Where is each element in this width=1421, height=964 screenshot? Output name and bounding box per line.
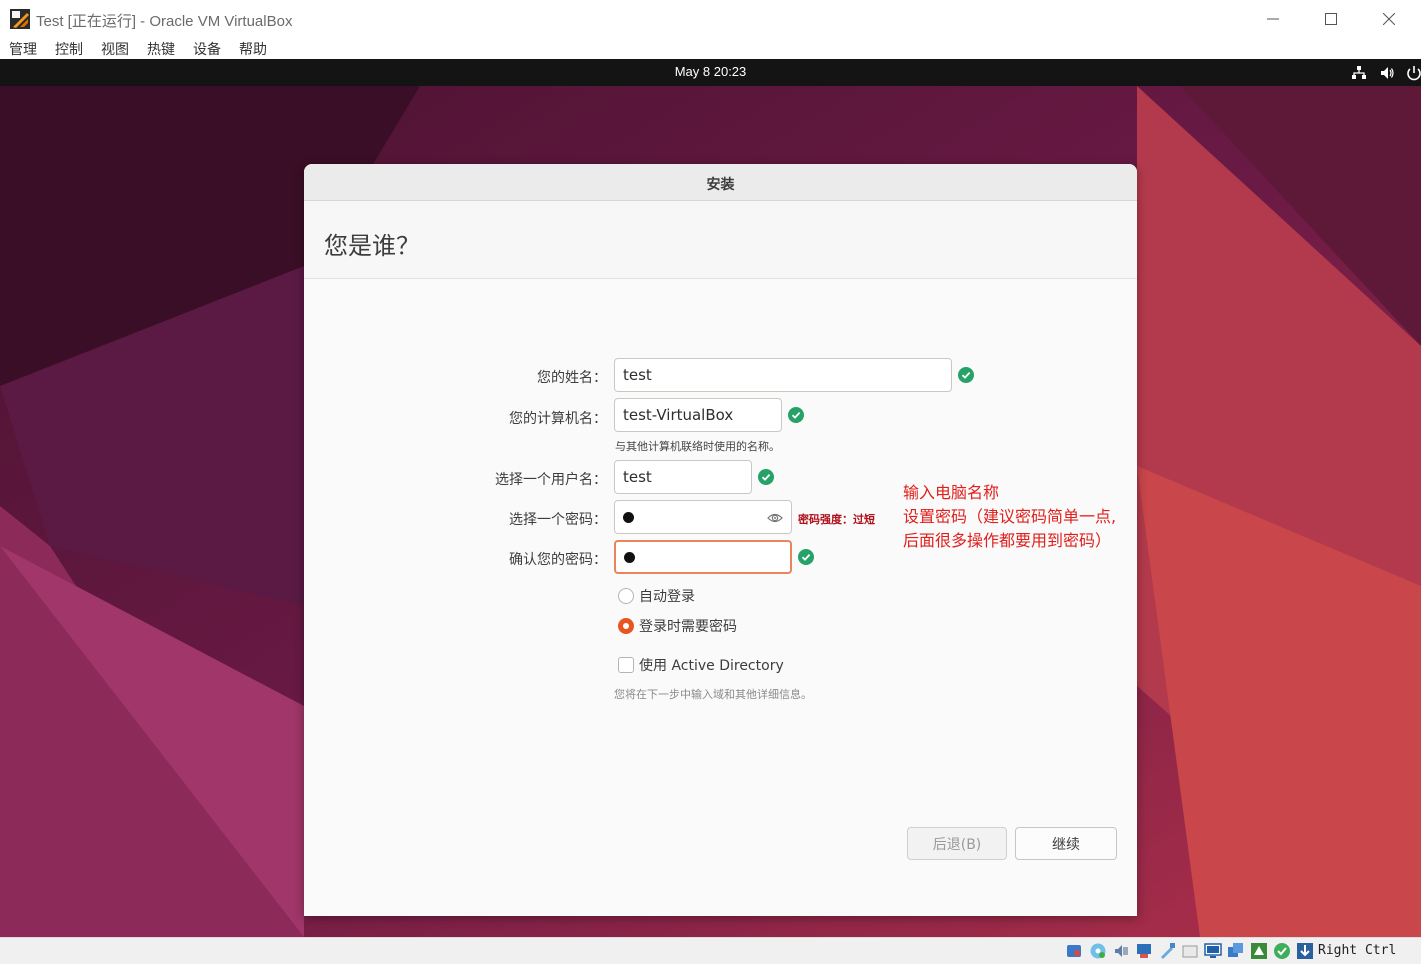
minimize-button[interactable]: [1244, 0, 1302, 38]
password-field[interactable]: [614, 500, 792, 534]
network-icon[interactable]: [1351, 65, 1367, 81]
annotation-line-2: 设置密码（建议密码简单一点,: [903, 507, 1117, 526]
show-password-eye-icon[interactable]: [767, 510, 783, 526]
hard-disk-icon[interactable]: [1066, 942, 1084, 960]
name-valid-check-icon: [958, 367, 974, 383]
window-title: Test [正在运行] - Oracle VM VirtualBox: [36, 13, 293, 30]
active-directory-option[interactable]: 使用 Active Directory: [618, 655, 784, 675]
maximize-icon: [1325, 13, 1337, 25]
active-directory-checkbox[interactable]: [618, 657, 634, 673]
computer-name-field[interactable]: [614, 398, 782, 432]
volume-icon[interactable]: [1379, 65, 1395, 81]
password-strength: 密码强度：过短: [798, 513, 875, 526]
host-key-arrow-icon[interactable]: [1296, 942, 1314, 960]
confirm-password-mask-dot: [624, 551, 635, 563]
vbox-title-bar: Test [正在运行] - Oracle VM VirtualBox: [0, 0, 1421, 38]
auto-login-label: 自动登录: [639, 589, 695, 605]
maximize-button[interactable]: [1302, 0, 1360, 38]
computer-name-label: 您的计算机名：: [509, 411, 607, 427]
virtualbox-app-icon: [10, 9, 30, 29]
minimize-icon: [1267, 18, 1279, 20]
vbox-menu-bar: 管理 控制 视图 热键 设备 帮助: [0, 38, 1421, 59]
username-input[interactable]: [623, 468, 743, 486]
close-icon: [1383, 13, 1395, 25]
clock[interactable]: May 8 20:23: [0, 64, 1421, 79]
active-directory-label: 使用 Active Directory: [639, 658, 784, 674]
host-key-label: Right Ctrl: [1318, 943, 1397, 958]
menu-help[interactable]: 帮助: [239, 39, 267, 59]
back-button[interactable]: 后退(B): [907, 827, 1007, 860]
network-adapter-icon[interactable]: [1135, 942, 1153, 960]
recording-icon[interactable]: [1227, 942, 1245, 960]
installer-dialog: 安装 您是谁？ 您的姓名： 您的计算机名： 与其他计算机联络时使用的名称。 选择…: [304, 164, 1137, 916]
require-password-radio[interactable]: [618, 618, 634, 634]
optical-drive-icon[interactable]: [1089, 942, 1107, 960]
computer-name-hint: 与其他计算机联络时使用的名称。: [615, 440, 780, 453]
computer-name-input[interactable]: [623, 406, 773, 424]
username-label: 选择一个用户名：: [495, 472, 607, 488]
usb-icon[interactable]: [1158, 942, 1176, 960]
menu-view[interactable]: 视图: [101, 39, 129, 59]
menu-hotkeys[interactable]: 热键: [147, 39, 175, 59]
guest-display[interactable]: May 8 20:23 安装 您是谁？ 您的姓名： test 您的计算机名： t…: [0, 59, 1421, 937]
confirm-password-valid-check-icon: [798, 549, 814, 565]
close-button[interactable]: [1360, 0, 1418, 38]
audio-icon[interactable]: [1112, 942, 1130, 960]
page-heading-band: 您是谁？: [304, 201, 1137, 279]
name-label: 您的姓名：: [537, 370, 607, 386]
password-mask-dot: [623, 511, 634, 523]
shared-folders-icon[interactable]: [1181, 942, 1199, 960]
annotation-line-3: 后面很多操作都要用到密码）: [903, 531, 1112, 550]
username-field[interactable]: [614, 460, 752, 494]
name-input[interactable]: [623, 366, 943, 384]
menu-manage[interactable]: 管理: [9, 39, 37, 59]
name-field[interactable]: [614, 358, 952, 392]
active-directory-hint: 您将在下一步中输入域和其他详细信息。: [614, 688, 812, 701]
dialog-title: 安装: [706, 177, 735, 193]
require-password-option[interactable]: 登录时需要密码: [618, 616, 737, 636]
username-valid-check-icon: [758, 469, 774, 485]
require-password-label: 登录时需要密码: [639, 619, 737, 635]
menu-devices[interactable]: 设备: [193, 39, 221, 59]
confirm-password-label: 确认您的密码：: [509, 552, 607, 568]
vbox-status-bar: Right Ctrl: [0, 937, 1421, 964]
auto-login-radio[interactable]: [618, 588, 634, 604]
continue-button[interactable]: 继续: [1015, 827, 1117, 860]
dialog-header: 安装: [304, 164, 1137, 201]
confirm-password-field[interactable]: [614, 540, 792, 574]
power-icon[interactable]: [1406, 65, 1421, 81]
virtualization-icon[interactable]: [1250, 942, 1268, 960]
password-label: 选择一个密码：: [509, 512, 607, 528]
computer-name-valid-check-icon: [788, 407, 804, 423]
auto-login-option[interactable]: 自动登录: [618, 586, 695, 606]
gnome-top-bar: May 8 20:23: [0, 59, 1421, 86]
page-heading: 您是谁？: [324, 232, 420, 260]
menu-control[interactable]: 控制: [55, 39, 83, 59]
annotation-line-1: 输入电脑名称: [903, 483, 1000, 502]
display-icon[interactable]: [1204, 942, 1222, 960]
guest-additions-icon[interactable]: [1273, 942, 1291, 960]
